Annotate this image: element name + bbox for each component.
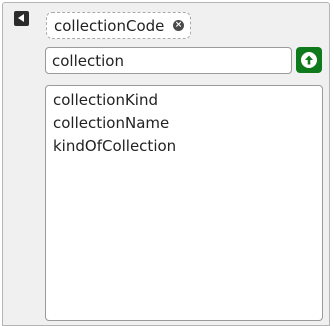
- search-input[interactable]: [45, 47, 292, 74]
- field-picker-panel: collectionCode × collectionKind collecti…: [2, 2, 330, 326]
- list-item[interactable]: kindOfCollection: [53, 137, 176, 155]
- remove-chip-icon[interactable]: ×: [173, 20, 184, 31]
- arrow-up-icon: [305, 55, 313, 65]
- list-item[interactable]: collectionKind: [53, 91, 158, 109]
- selected-field-chip: collectionCode ×: [46, 12, 191, 39]
- list-item[interactable]: collectionName: [53, 114, 169, 132]
- chip-label: collectionCode: [54, 17, 165, 35]
- collapse-left-icon[interactable]: [14, 11, 29, 26]
- submit-button[interactable]: [296, 47, 322, 73]
- suggestion-list: collectionKind collectionName kindOfColl…: [45, 85, 323, 321]
